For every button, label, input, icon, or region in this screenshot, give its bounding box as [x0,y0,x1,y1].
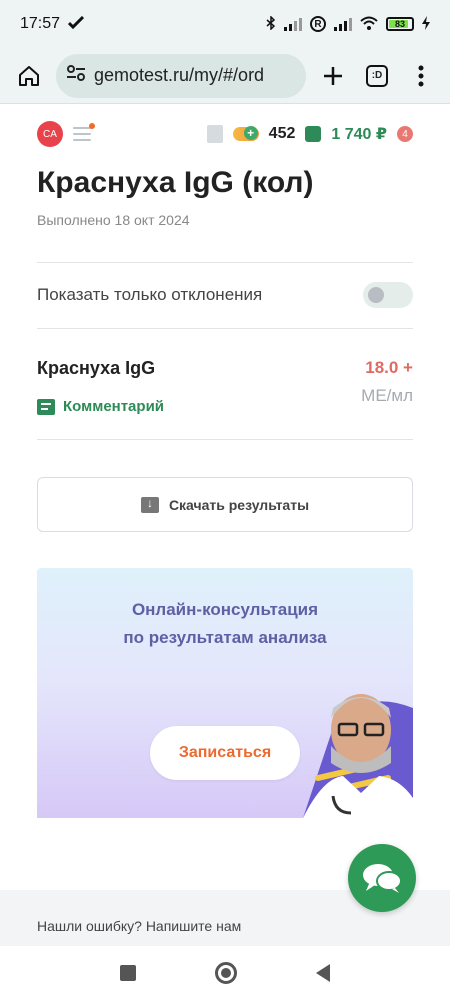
chat-button[interactable] [348,844,416,912]
battery-level: 83 [394,19,405,29]
bonus-count[interactable]: 452 [269,125,296,143]
comment-icon [37,398,55,415]
comment-label: Комментарий [63,398,165,415]
notification-dot [89,123,95,129]
signal-icon [284,17,302,31]
divider [37,439,413,440]
orders-list-icon[interactable] [206,125,223,143]
signup-button[interactable]: Записаться [150,726,300,780]
report-error-link[interactable]: Нашли ошибку? Напишите нам [37,918,241,934]
tabs-button[interactable]: :D [360,59,394,93]
status-bar: 17:57 R 83 [0,0,450,48]
android-nav-bar [0,946,450,1000]
wifi-icon [360,16,378,33]
divider [37,328,413,329]
result-row: Краснуха IgG 18.0 + МЕ/мл Комментарий [37,354,413,424]
cart-sum[interactable]: 1 740 ₽ [331,124,387,144]
browser-menu-button[interactable] [404,59,438,93]
divider [37,262,413,263]
status-icons: R 83 [266,14,430,33]
deviations-filter: Показать только отклонения [37,278,413,312]
notification-icon [67,15,85,33]
back-button[interactable] [316,964,331,982]
banner-text: Онлайн-консультация по результатам анали… [37,596,413,652]
cart-bag-icon[interactable] [305,126,322,142]
status-time: 17:57 [20,15,61,32]
bluetooth-icon [266,14,276,33]
header-actions: 452 1 740 ₽ 4 [206,124,413,144]
home-button[interactable] [12,59,46,93]
download-label: Скачать результаты [168,496,310,513]
toggle-knob [368,287,384,303]
chat-icon [363,864,402,893]
cart-count-badge[interactable]: 4 [397,126,413,142]
bonus-icon[interactable] [232,126,259,141]
browser-toolbar: gemotest.ru/my/#/ord :D [0,48,450,104]
tabs-icon: :D [366,64,388,87]
comment-link[interactable]: Комментарий [37,398,164,415]
download-folder-icon [140,496,159,513]
deviations-toggle[interactable] [363,282,413,308]
plus-icon [324,66,342,85]
menu-icon[interactable] [73,123,95,141]
signal-icon-2 [334,17,352,31]
more-vert-icon [418,65,424,86]
recents-button[interactable] [119,965,136,981]
banner-line-1: Онлайн-консультация [131,600,319,619]
test-unit: МЕ/мл [361,386,413,405]
site-settings-icon[interactable] [66,65,86,86]
home-nav-button[interactable] [214,962,237,984]
url-text[interactable]: gemotest.ru/my/#/ord [94,65,264,86]
download-results-button[interactable]: Скачать результаты [37,477,413,532]
address-bar[interactable]: gemotest.ru/my/#/ord [56,53,306,98]
completion-date: Выполнено 18 окт 2024 [37,212,190,228]
consultation-banner[interactable]: Онлайн-консультация по результатам анали… [37,568,413,818]
app-header: CA 452 1 740 ₽ 4 [37,112,413,156]
home-icon [19,65,39,86]
test-name: Краснуха IgG [37,358,156,378]
test-value: 18.0 + [365,358,413,377]
new-tab-button[interactable] [316,59,350,93]
roaming-icon: R [310,16,326,32]
deviations-toggle-label: Показать только отклонения [37,285,263,304]
banner-line-2: по результатам анализа [123,628,327,647]
battery-icon: 83 [386,17,414,31]
charging-icon [422,15,430,33]
avatar[interactable]: CA [37,121,63,147]
page-title: Краснуха IgG (кол) [37,166,314,199]
